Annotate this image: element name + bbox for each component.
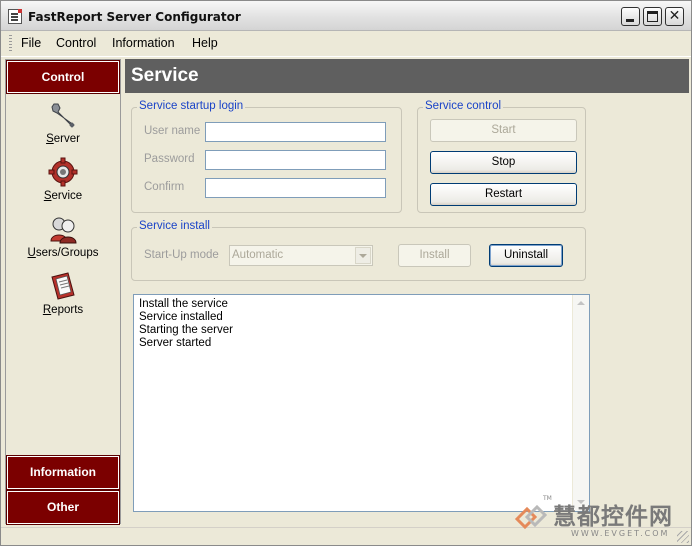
service-install-group: Service install Start-Up mode Automatic … bbox=[131, 220, 586, 281]
sidebar-item-reports[interactable]: Reports bbox=[6, 271, 120, 323]
watermark-tm: TM bbox=[543, 495, 552, 502]
watermark-url: WWW.EVGET.COM bbox=[571, 529, 670, 538]
watermark: TM 慧都控件网 WWW.EVGET.COM bbox=[513, 495, 689, 543]
sidebar-item-server[interactable]: Server bbox=[6, 100, 120, 152]
scroll-up-icon[interactable] bbox=[573, 295, 589, 312]
sidebar-item-label: Reports bbox=[42, 304, 84, 316]
sidebar-item-label: Service bbox=[43, 190, 83, 202]
vertical-scrollbar[interactable] bbox=[572, 295, 589, 511]
chevron-down-icon[interactable] bbox=[355, 247, 371, 264]
service-control-group: Service control Start Stop Restart bbox=[417, 100, 586, 213]
startup-mode-value: Automatic bbox=[232, 249, 284, 261]
sidebar: Control Server Service Users/Groups Repo… bbox=[5, 59, 121, 525]
group-title: Service startup login bbox=[137, 100, 246, 112]
title-bar[interactable]: FastReport Server Configurator ✕ bbox=[1, 1, 691, 31]
close-icon: ✕ bbox=[668, 8, 681, 24]
log-line: Install the service bbox=[139, 298, 228, 310]
log-output[interactable]: Install the service Service installed St… bbox=[133, 294, 590, 512]
users-icon bbox=[50, 217, 77, 244]
startup-mode-select[interactable]: Automatic bbox=[229, 245, 373, 266]
log-line: Service installed bbox=[139, 311, 223, 323]
page-title: Service bbox=[131, 65, 199, 86]
menu-help[interactable]: Help bbox=[192, 36, 218, 50]
password-label: Password bbox=[144, 153, 195, 165]
username-label: User name bbox=[144, 125, 201, 137]
log-lines: Install the service Service installed St… bbox=[139, 298, 233, 350]
service-startup-login-group: Service startup login User name Password… bbox=[131, 100, 402, 213]
wrench-icon bbox=[51, 103, 75, 128]
startup-mode-label: Start-Up mode bbox=[144, 249, 219, 261]
uninstall-button[interactable]: Uninstall bbox=[489, 244, 563, 267]
menu-grip bbox=[9, 35, 12, 53]
sidebar-section-control[interactable]: Control bbox=[6, 60, 120, 94]
sidebar-item-label: Users/Groups bbox=[27, 247, 99, 259]
menu-file[interactable]: File bbox=[21, 36, 41, 50]
restart-button[interactable]: Restart bbox=[430, 183, 577, 206]
confirm-label: Confirm bbox=[144, 181, 185, 193]
start-button[interactable]: Start bbox=[430, 119, 577, 142]
group-title: Service install bbox=[137, 220, 212, 232]
maximize-button[interactable] bbox=[643, 7, 662, 26]
sidebar-item-service[interactable]: Service bbox=[6, 157, 120, 209]
minimize-button[interactable] bbox=[621, 7, 640, 26]
menu-information[interactable]: Information bbox=[112, 36, 175, 50]
app-icon bbox=[8, 9, 22, 24]
gear-icon bbox=[48, 157, 78, 187]
password-field[interactable] bbox=[205, 150, 386, 170]
log-line: Starting the server bbox=[139, 324, 233, 336]
username-field[interactable] bbox=[205, 122, 386, 142]
report-icon bbox=[51, 272, 75, 300]
sidebar-section-information[interactable]: Information bbox=[6, 455, 120, 490]
main-panel: Service Service startup login User name … bbox=[125, 59, 689, 524]
watermark-logo-icon bbox=[514, 504, 548, 530]
page-header: Service bbox=[125, 59, 689, 93]
menu-control[interactable]: Control bbox=[56, 36, 96, 50]
window-title: FastReport Server Configurator bbox=[28, 10, 241, 24]
log-line: Server started bbox=[139, 337, 212, 349]
stop-button[interactable]: Stop bbox=[430, 151, 577, 174]
app-window: FastReport Server Configurator ✕ File Co… bbox=[0, 0, 692, 546]
watermark-text: 慧都控件网 bbox=[553, 504, 673, 530]
sidebar-item-label: Server bbox=[46, 133, 80, 145]
install-button[interactable]: Install bbox=[398, 244, 471, 267]
sidebar-section-other[interactable]: Other bbox=[6, 490, 120, 525]
group-title: Service control bbox=[423, 100, 504, 112]
sidebar-item-users-groups[interactable]: Users/Groups bbox=[6, 214, 120, 266]
menu-bar: File Control Information Help bbox=[1, 31, 691, 57]
close-button[interactable]: ✕ bbox=[665, 7, 684, 26]
confirm-field[interactable] bbox=[205, 178, 386, 198]
